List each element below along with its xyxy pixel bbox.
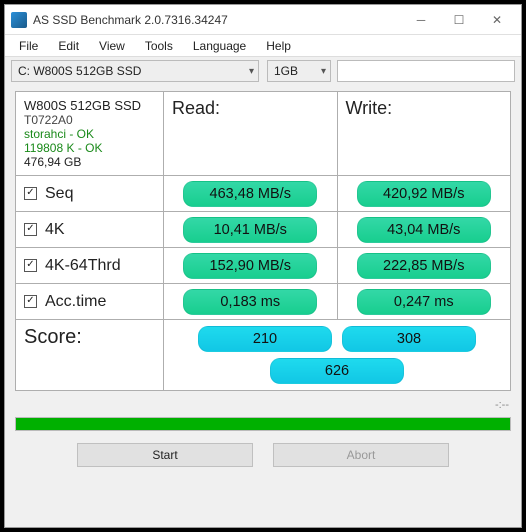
drive-model: T0722A0 bbox=[24, 113, 155, 127]
button-row: Start Abort bbox=[5, 435, 521, 477]
alignment-status: 119808 K - OK bbox=[24, 141, 155, 155]
titlebar: AS SSD Benchmark 2.0.7316.34247 ─ ☐ ✕ bbox=[5, 5, 521, 35]
acctime-read-value: 0,183 ms bbox=[183, 289, 317, 315]
score-write: 308 bbox=[342, 326, 476, 352]
score-read: 210 bbox=[198, 326, 332, 352]
score-cell: 210 308 626 bbox=[164, 320, 511, 391]
app-window: AS SSD Benchmark 2.0.7316.34247 ─ ☐ ✕ Fi… bbox=[4, 4, 522, 528]
chevron-down-icon: ▾ bbox=[249, 66, 254, 77]
extra-field[interactable] bbox=[337, 60, 515, 82]
4k64-checkbox[interactable] bbox=[24, 259, 37, 272]
app-title: AS SSD Benchmark 2.0.7316.34247 bbox=[33, 13, 403, 27]
size-select-value: 1GB bbox=[274, 64, 298, 78]
status-bar: -:-- bbox=[5, 397, 521, 413]
4k64-write-value: 222,85 MB/s bbox=[357, 253, 491, 279]
size-select[interactable]: 1GB ▾ bbox=[267, 60, 331, 82]
4k-checkbox[interactable] bbox=[24, 223, 37, 236]
acctime-checkbox[interactable] bbox=[24, 295, 37, 308]
table-row-4k64: 4K-64Thrd 152,90 MB/s 222,85 MB/s bbox=[16, 248, 511, 284]
4k-read-value: 10,41 MB/s bbox=[183, 217, 317, 243]
menu-file[interactable]: File bbox=[9, 37, 48, 55]
acctime-write-value: 0,247 ms bbox=[357, 289, 491, 315]
4k-write-value: 43,04 MB/s bbox=[357, 217, 491, 243]
content-area: W800S 512GB SSD T0722A0 storahci - OK 11… bbox=[5, 85, 521, 397]
score-header-cell: Score: bbox=[16, 320, 164, 391]
menu-language[interactable]: Language bbox=[183, 37, 256, 55]
menu-edit[interactable]: Edit bbox=[48, 37, 89, 55]
4k-label: 4K bbox=[45, 221, 65, 239]
seq-write-value: 420,92 MB/s bbox=[357, 181, 491, 207]
chevron-down-icon: ▾ bbox=[321, 66, 326, 77]
menu-help[interactable]: Help bbox=[256, 37, 301, 55]
seq-label: Seq bbox=[45, 185, 73, 203]
drive-select[interactable]: C: W800S 512GB SSD ▾ bbox=[11, 60, 259, 82]
score-total: 626 bbox=[270, 358, 404, 384]
acctime-label: Acc.time bbox=[45, 293, 106, 311]
drive-name: W800S 512GB SSD bbox=[24, 98, 155, 113]
driver-status: storahci - OK bbox=[24, 127, 155, 141]
progress-fill bbox=[16, 418, 510, 430]
close-button[interactable]: ✕ bbox=[479, 8, 515, 32]
menu-bar: File Edit View Tools Language Help bbox=[5, 35, 521, 57]
seq-checkbox[interactable] bbox=[24, 187, 37, 200]
abort-button[interactable]: Abort bbox=[273, 443, 449, 467]
minimize-button[interactable]: ─ bbox=[403, 8, 439, 32]
write-header: Write: bbox=[337, 92, 511, 176]
score-row: Score: 210 308 626 bbox=[16, 320, 511, 391]
table-row-4k: 4K 10,41 MB/s 43,04 MB/s bbox=[16, 212, 511, 248]
drive-info-cell: W800S 512GB SSD T0722A0 storahci - OK 11… bbox=[16, 92, 164, 176]
app-icon bbox=[11, 12, 27, 28]
seq-read-value: 463,48 MB/s bbox=[183, 181, 317, 207]
status-time: -:-- bbox=[495, 399, 509, 411]
4k64-label: 4K-64Thrd bbox=[45, 257, 121, 275]
4k64-read-value: 152,90 MB/s bbox=[183, 253, 317, 279]
table-row-seq: Seq 463,48 MB/s 420,92 MB/s bbox=[16, 176, 511, 212]
drive-select-value: C: W800S 512GB SSD bbox=[18, 64, 141, 78]
maximize-button[interactable]: ☐ bbox=[441, 8, 477, 32]
header-row: W800S 512GB SSD T0722A0 storahci - OK 11… bbox=[16, 92, 511, 176]
read-header: Read: bbox=[164, 92, 338, 176]
menu-tools[interactable]: Tools bbox=[135, 37, 183, 55]
drive-capacity: 476,94 GB bbox=[24, 155, 155, 169]
start-button[interactable]: Start bbox=[77, 443, 253, 467]
results-table: W800S 512GB SSD T0722A0 storahci - OK 11… bbox=[15, 91, 511, 391]
table-row-acctime: Acc.time 0,183 ms 0,247 ms bbox=[16, 284, 511, 320]
toolbar: C: W800S 512GB SSD ▾ 1GB ▾ bbox=[5, 57, 521, 85]
progress-bar bbox=[15, 417, 511, 431]
menu-view[interactable]: View bbox=[89, 37, 135, 55]
